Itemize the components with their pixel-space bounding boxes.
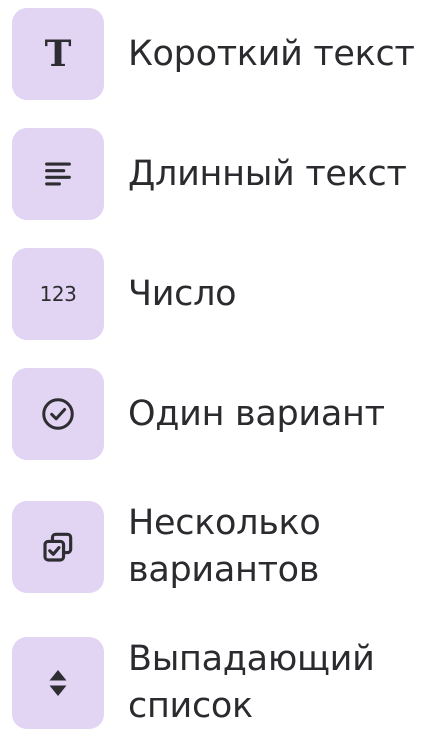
- field-type-short-text[interactable]: T Короткий текст: [12, 8, 432, 100]
- numbers-123-icon: 123: [39, 282, 77, 306]
- multiple-choice-label: Несколько вариантов: [128, 500, 321, 594]
- stacked-checkboxes-icon: [43, 532, 73, 562]
- number-icon-tile: 123: [12, 248, 104, 340]
- field-type-dropdown[interactable]: Выпадающий список: [12, 636, 432, 730]
- multiple-choice-icon-tile: [12, 501, 104, 593]
- dropdown-icon-tile: [12, 637, 104, 729]
- field-type-single-choice[interactable]: Один вариант: [12, 368, 432, 460]
- dropdown-label-line1: Выпадающий: [128, 639, 375, 679]
- dropdown-label: Выпадающий список: [128, 636, 375, 730]
- dropdown-label-line2: список: [128, 686, 253, 726]
- field-type-multiple-choice[interactable]: Несколько вариантов: [12, 500, 432, 594]
- multiple-choice-label-line2: вариантов: [128, 550, 320, 590]
- long-text-label: Длинный текст: [128, 153, 407, 194]
- short-text-icon-tile: T: [12, 8, 104, 100]
- single-choice-label: Один вариант: [128, 393, 385, 434]
- multiple-choice-label-line1: Несколько: [128, 503, 321, 543]
- short-text-label: Короткий текст: [128, 33, 415, 74]
- check-circle-icon: [42, 398, 74, 430]
- field-type-number[interactable]: 123 Число: [12, 248, 432, 340]
- long-text-icon-tile: [12, 128, 104, 220]
- text-t-icon: T: [44, 33, 72, 75]
- up-down-arrows-icon: [49, 670, 67, 696]
- paragraph-lines-icon: [45, 162, 71, 186]
- field-type-long-text[interactable]: Длинный текст: [12, 128, 432, 220]
- single-choice-icon-tile: [12, 368, 104, 460]
- number-label: Число: [128, 273, 237, 314]
